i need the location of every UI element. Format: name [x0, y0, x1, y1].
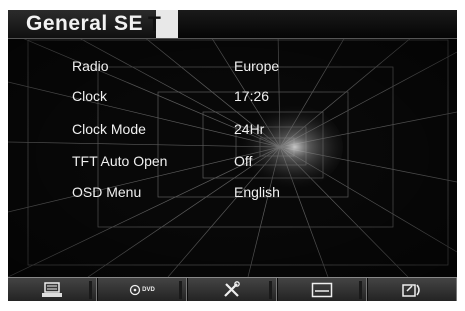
tools-icon — [224, 281, 240, 297]
setting-value: Europe — [234, 58, 280, 74]
setting-value: 24Hr — [234, 121, 265, 137]
button-separator — [269, 281, 272, 299]
setting-value: English — [234, 184, 280, 200]
setting-row-osd-menu[interactable]: OSD Menu English — [8, 180, 457, 206]
setting-label: TFT Auto Open — [72, 153, 168, 169]
setting-row-clock-mode[interactable]: Clock Mode 24Hr — [8, 117, 457, 143]
page-title: General SE — [26, 12, 144, 35]
exit-button[interactable] — [367, 278, 457, 301]
keyboard-button[interactable] — [8, 278, 97, 301]
display-icon — [311, 282, 333, 298]
tools-button[interactable] — [187, 278, 277, 301]
bottom-toolbar: DVD — [8, 277, 457, 301]
setting-row-tft-auto-open[interactable]: TFT Auto Open Off — [8, 149, 457, 175]
setting-value: Off — [234, 153, 253, 169]
setting-label: Radio — [72, 58, 109, 74]
setting-row-clock[interactable]: Clock 17:26 — [8, 84, 457, 110]
settings-screen: General SE T Radio Europe Clock 17:26 Cl… — [8, 10, 457, 301]
button-separator — [179, 281, 182, 299]
button-separator — [359, 281, 362, 299]
exit-icon — [402, 284, 420, 297]
display-button[interactable] — [277, 278, 367, 301]
setting-value: 17:26 — [234, 88, 270, 104]
button-separator — [89, 281, 92, 299]
keyboard-icon — [42, 282, 62, 297]
setting-label: OSD Menu — [72, 184, 142, 200]
title-bar: General SE T — [8, 10, 457, 39]
dvd-button[interactable]: DVD — [97, 278, 187, 301]
page-title-accent: T — [148, 13, 161, 36]
dvd-icon — [130, 284, 141, 296]
setting-label: Clock — [72, 88, 108, 104]
dvd-label: DVD — [142, 287, 155, 293]
setting-row-radio[interactable]: Radio Europe — [8, 54, 457, 80]
setting-label: Clock Mode — [72, 121, 146, 137]
